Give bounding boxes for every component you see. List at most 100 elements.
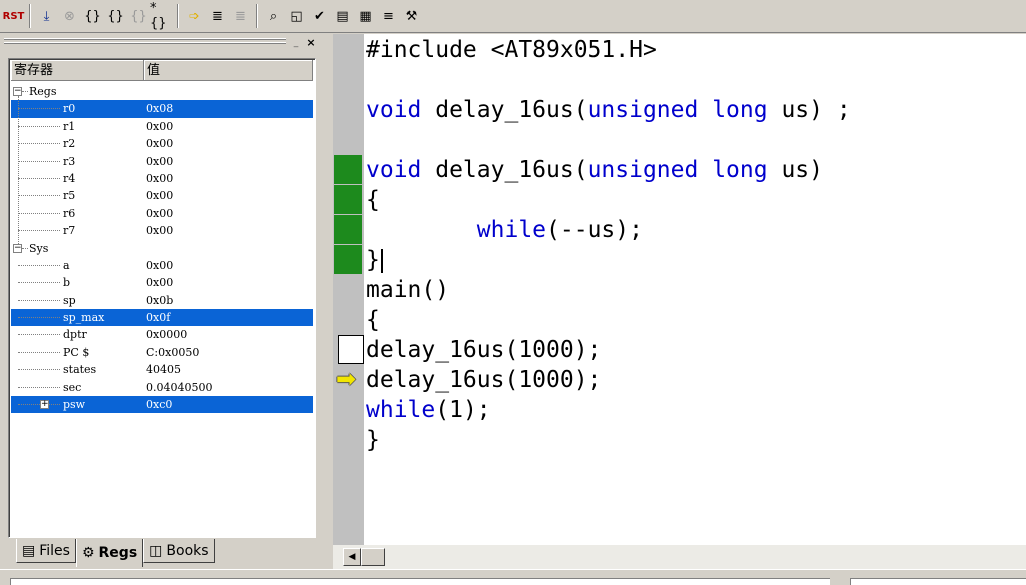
- tab-regs[interactable]: ⚙ Regs: [75, 539, 144, 567]
- run-to-cursor-icon: *{}: [150, 1, 167, 31]
- code-line[interactable]: #include <AT89x051.H>: [366, 35, 657, 65]
- register-row-sp[interactable]: sp 0x0b: [11, 292, 313, 309]
- performance-analyzer-button[interactable]: ▤: [331, 4, 354, 28]
- code-token: main(): [366, 277, 450, 303]
- watch-pane[interactable]: [850, 578, 1026, 585]
- tree-line: [18, 177, 60, 179]
- reset-cpu-icon: RST: [2, 10, 25, 22]
- code-line[interactable]: {: [366, 305, 380, 335]
- run-button[interactable]: ⤓: [35, 4, 58, 28]
- register-row-psw[interactable]: + psw 0xc0: [11, 396, 313, 414]
- register-name: r1: [63, 119, 76, 133]
- register-value: 0x00: [146, 258, 174, 272]
- tree-line: [18, 317, 60, 319]
- code-line[interactable]: delay_16us(1000);: [366, 365, 601, 395]
- register-row-r5[interactable]: r5 0x00: [11, 187, 313, 204]
- register-row-b[interactable]: b 0x00: [11, 274, 313, 291]
- run-to-cursor-button[interactable]: *{}: [150, 1, 173, 31]
- scroll-left-button[interactable]: ◀: [343, 548, 361, 566]
- code-line[interactable]: while(1);: [366, 395, 491, 425]
- register-row-r1[interactable]: r1 0x00: [11, 118, 313, 135]
- code-line[interactable]: delay_16us(1000);: [366, 335, 601, 365]
- panel-close-button[interactable]: ×: [304, 37, 318, 49]
- watch-window-button[interactable]: ◱: [285, 4, 308, 28]
- tab-books[interactable]: ◫ Books: [143, 539, 215, 563]
- register-value: 0x00: [146, 224, 174, 238]
- register-name: r2: [63, 137, 76, 151]
- register-value: 0x00: [146, 276, 174, 290]
- register-row-pc[interactable]: PC $ C:0x0050: [11, 344, 313, 361]
- expand-icon[interactable]: +: [40, 400, 49, 410]
- enable-trace-button[interactable]: ≣: [206, 4, 229, 28]
- enable-trace-icon: ≣: [212, 8, 223, 24]
- text-cursor: [380, 248, 383, 273]
- code-line[interactable]: }: [366, 425, 380, 455]
- view-trace-button[interactable]: ≣: [229, 4, 252, 28]
- code-line[interactable]: {: [366, 185, 380, 215]
- register-row-r6[interactable]: r6 0x00: [11, 205, 313, 222]
- register-row-a[interactable]: a 0x00: [11, 257, 313, 274]
- source-editor[interactable]: #include <AT89x051.H> void delay_16us(uns…: [364, 34, 1026, 545]
- column-header-register[interactable]: 寄存器: [11, 60, 144, 81]
- register-name: states: [63, 363, 97, 377]
- register-group-regs[interactable]: − Regs: [11, 83, 313, 100]
- collapse-icon[interactable]: −: [13, 87, 22, 96]
- register-row-r0[interactable]: r0 0x08: [11, 100, 313, 118]
- code-coverage-button[interactable]: ✔: [308, 4, 331, 28]
- run-icon: ⤓: [43, 8, 50, 24]
- tree-line: [22, 247, 28, 249]
- register-row-sp-max[interactable]: sp_max 0x0f: [11, 309, 313, 327]
- stop-button[interactable]: ⊗: [58, 4, 81, 28]
- register-group-sys[interactable]: − Sys: [11, 240, 313, 257]
- disassembly-window-icon: ⌕: [269, 8, 278, 24]
- code-line[interactable]: while(--us);: [366, 215, 643, 245]
- register-name: sp: [63, 293, 76, 307]
- register-name: psw: [63, 396, 86, 414]
- register-row-states[interactable]: states 40405: [11, 361, 313, 378]
- tree-line: [18, 143, 60, 145]
- code-token: }: [366, 247, 380, 273]
- show-next-statement-button[interactable]: ➩: [183, 4, 206, 28]
- register-value: C:0x0050: [146, 345, 200, 359]
- tree-line: [18, 299, 60, 301]
- symbols-window-button[interactable]: ≡: [377, 4, 400, 28]
- keyword-token: void: [366, 97, 422, 123]
- panel-minimize-button[interactable]: _: [290, 37, 302, 49]
- reset-cpu-button[interactable]: RST: [2, 4, 25, 28]
- step-into-button[interactable]: {}: [81, 4, 104, 28]
- register-value: 0x00: [146, 206, 174, 220]
- toolbox-button[interactable]: ⚒: [400, 4, 423, 28]
- tree-line: [22, 91, 28, 92]
- register-row-r7[interactable]: r7 0x00: [11, 222, 313, 239]
- tree-line: [18, 386, 60, 388]
- output-pane[interactable]: [10, 578, 830, 585]
- disassembly-window-button[interactable]: ⌕: [262, 4, 285, 28]
- code-line[interactable]: }: [366, 245, 383, 275]
- step-over-icon: {}: [107, 8, 124, 24]
- editor-gutter[interactable]: ➡: [333, 34, 364, 545]
- register-name: sp_max: [63, 309, 105, 327]
- register-row-sec[interactable]: sec 0.04040500: [11, 379, 313, 396]
- register-value: 0x0b: [146, 293, 174, 307]
- code-line[interactable]: void delay_16us(unsigned long us) ;: [366, 95, 851, 125]
- collapse-icon[interactable]: −: [13, 243, 22, 253]
- code-coverage-icon: ✔: [314, 8, 325, 24]
- register-row-r3[interactable]: r3 0x00: [11, 153, 313, 170]
- register-row-dptr[interactable]: dptr 0x0000: [11, 326, 313, 343]
- code-token: us): [767, 157, 823, 183]
- code-line[interactable]: main(): [366, 275, 449, 305]
- register-row-r4[interactable]: r4 0x00: [11, 170, 313, 187]
- column-header-value[interactable]: 值: [144, 60, 313, 81]
- register-value: 0x00: [146, 189, 174, 203]
- symbols-window-icon: ≡: [383, 8, 394, 24]
- tab-files[interactable]: ▤ Files: [16, 539, 76, 563]
- step-over-button[interactable]: {}: [104, 4, 127, 28]
- logic-analyzer-button[interactable]: ▦: [354, 4, 377, 28]
- horizontal-scrollbar[interactable]: ◀: [333, 545, 1026, 569]
- register-row-r2[interactable]: r2 0x00: [11, 135, 313, 152]
- panel-grip[interactable]: [4, 38, 286, 48]
- step-out-button[interactable]: {}: [127, 4, 150, 28]
- code-line[interactable]: void delay_16us(unsigned long us): [366, 155, 823, 185]
- scroll-thumb[interactable]: [361, 548, 385, 566]
